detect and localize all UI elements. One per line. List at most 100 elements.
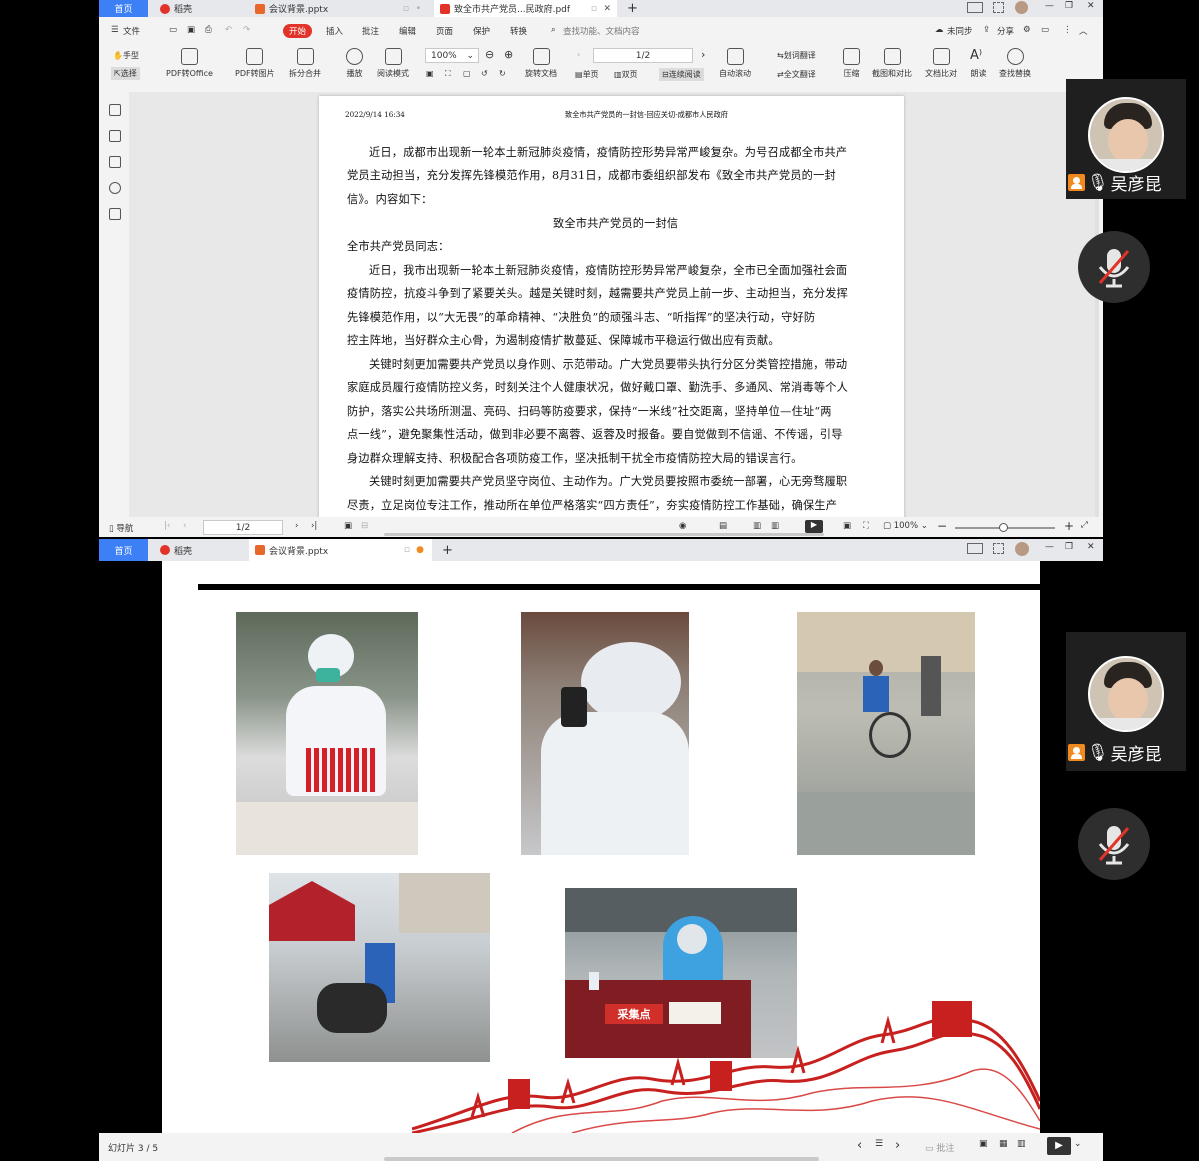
double-page-button[interactable]: ▥双页 [614,69,638,80]
pdf-to-image-button[interactable]: PDF转图片 [235,48,275,79]
zoom-minus-icon[interactable]: − [937,519,947,533]
fit-page-status-icon[interactable]: ▣ [843,521,851,531]
fit-width-status-icon[interactable]: ⛶ [863,521,869,531]
menu-hamburger-icon[interactable]: ☰ [111,25,119,35]
status-page-input[interactable]: 1/2 [203,520,283,535]
close-window-icon[interactable]: ✕ [1087,1,1095,11]
zoom-plus-icon[interactable]: + [1064,519,1074,533]
play-button[interactable]: 播放 [346,48,363,79]
save-icon[interactable]: ▣ [187,25,195,35]
rotate-right-icon[interactable]: ↻ [499,69,506,78]
zoom-in-icon[interactable]: ⊕ [504,48,513,61]
mic-muted-button[interactable] [1078,231,1150,303]
next-page-icon[interactable]: › [701,48,705,61]
tab-pptx[interactable]: 会议背景.pptx ▫ • [249,0,429,17]
prev-slide-icon[interactable]: ‹ [857,1138,862,1153]
menu-annotate[interactable]: 批注 [362,25,379,37]
nav-button[interactable]: ▯ 导航 [109,522,133,534]
layout-icon[interactable] [967,2,983,13]
tab-pptx[interactable]: 会议背景.pptx ▫ ● [249,539,432,561]
zoom-out-icon[interactable]: ⊖ [485,48,494,61]
horizontal-scrollbar[interactable] [384,533,824,536]
continuous-read-button[interactable]: ⊟连续阅读 [659,68,704,81]
slide-canvas[interactable]: 采集点 [162,561,1040,1133]
apps-icon[interactable] [993,2,1004,13]
normal-view-icon[interactable]: ▣ [979,1139,988,1149]
participant-tile[interactable]: 🎙︎ 吴彦昆 [1066,632,1186,771]
last-page-icon[interactable]: ›| [311,521,317,531]
minimize-icon[interactable]: — [1045,1,1054,11]
status-next-icon[interactable]: › [295,521,298,531]
participant-tile[interactable]: 🎙︎ 吴彦昆 [1066,79,1186,199]
restore-icon[interactable]: ❐ [1065,1,1073,11]
tab-close-icon[interactable]: ✕ [603,4,611,14]
menu-protect[interactable]: 保护 [473,25,490,37]
user-avatar-icon[interactable] [1015,1,1028,14]
mic-muted-button[interactable] [1078,808,1150,880]
rotate-left-icon[interactable]: ↺ [481,69,488,78]
menu-start[interactable]: 开始 [283,24,313,38]
share-icon[interactable]: ⇪ [983,25,990,35]
single-page-button[interactable]: ▤单页 [575,69,599,80]
menu-edit[interactable]: 编辑 [399,25,416,37]
slideshow-play-icon[interactable]: ▶ [1047,1137,1071,1155]
slideshow-icon[interactable]: ▶ [805,520,823,533]
slide-area[interactable]: 采集点 [99,561,1103,1133]
full-translate-button[interactable]: ⇄全文翻译 [777,69,816,80]
page-input[interactable]: 1/2 [593,48,693,63]
first-page-icon[interactable]: |‹ [164,521,170,531]
more-icon[interactable]: ⋮ [1063,25,1072,35]
tab-home[interactable]: 首页 [99,539,148,561]
double-view-icon[interactable]: ▥ [771,521,779,531]
menu-insert[interactable]: 插入 [326,25,343,37]
close-window-icon[interactable]: ✕ [1087,542,1095,552]
redo-icon[interactable]: ↷ [243,25,250,35]
actual-size-icon[interactable]: ▢ [463,69,471,78]
tab-daoke[interactable]: 稻壳 [154,0,246,17]
fit-width-icon[interactable]: ⛶ [445,69,451,79]
sync-status[interactable]: 未同步 [947,25,973,37]
horizontal-scrollbar[interactable] [384,1157,819,1161]
select-tool[interactable]: ⇱选择 [111,67,140,80]
minimize-icon[interactable]: — [1045,542,1054,552]
cloud-sync-icon[interactable]: ☁ [935,25,944,35]
read-mode-button[interactable]: 阅读模式 [377,48,409,79]
restore-icon[interactable]: ❐ [1065,542,1073,552]
layout-icon[interactable] [967,543,983,554]
find-replace-button[interactable]: 查找替换 [999,48,1031,79]
fit-page-icon[interactable]: ▣ [426,69,434,78]
menu-file[interactable]: 文件 [123,25,140,37]
collapse-ribbon-icon[interactable]: ︿ [1079,25,1088,37]
annotate-button[interactable]: ▭ 批注 [925,1141,954,1154]
comment-panel-icon[interactable] [109,156,121,168]
attachment-icon[interactable] [109,182,121,194]
tab-pin-icon[interactable]: ▫ [404,545,410,555]
word-translate-button[interactable]: ⇆划词翻译 [777,50,816,61]
read-aloud-button[interactable]: A⁾ 朗读 [970,48,987,79]
comment-icon[interactable]: ▭ [1041,25,1049,35]
bookmark-icon[interactable] [109,104,121,116]
search-input[interactable]: 查找功能、文档内容 [563,25,640,37]
pdf-to-office-button[interactable]: PDF转Office [166,48,213,79]
fullscreen-icon[interactable]: ⤢ [1081,520,1088,530]
tab-daoke[interactable]: 稻壳 [154,539,246,561]
share-button[interactable]: 分享 [997,25,1014,37]
split-merge-button[interactable]: 拆分合并 [289,48,321,79]
menu-convert[interactable]: 转换 [510,25,527,37]
doc-compare-button[interactable]: 文档比对 [925,48,957,79]
new-tab-button[interactable]: + [436,539,456,561]
auto-scroll-button[interactable]: 自动滚动 [719,48,751,79]
outline-icon[interactable]: ☰ [875,1139,883,1149]
screenshot-compare-button[interactable]: 截图和对比 [872,48,912,79]
settings-icon[interactable]: ⚙ [1023,25,1031,35]
print-icon[interactable]: ⎙ [205,25,212,35]
zoom-slider-handle[interactable] [999,523,1008,532]
zoom-select[interactable]: 100% ⌄ [425,48,479,63]
tab-home[interactable]: 首页 [99,0,148,17]
zoom-status[interactable]: ▢ 100% ⌄ [883,521,928,531]
signature-icon[interactable] [109,208,121,220]
compress-button[interactable]: 压缩 [843,48,860,79]
tab-pin-icon[interactable]: ▫ [591,4,597,14]
menu-page[interactable]: 页面 [436,25,453,37]
fit-icon[interactable]: ▣ [344,521,352,531]
